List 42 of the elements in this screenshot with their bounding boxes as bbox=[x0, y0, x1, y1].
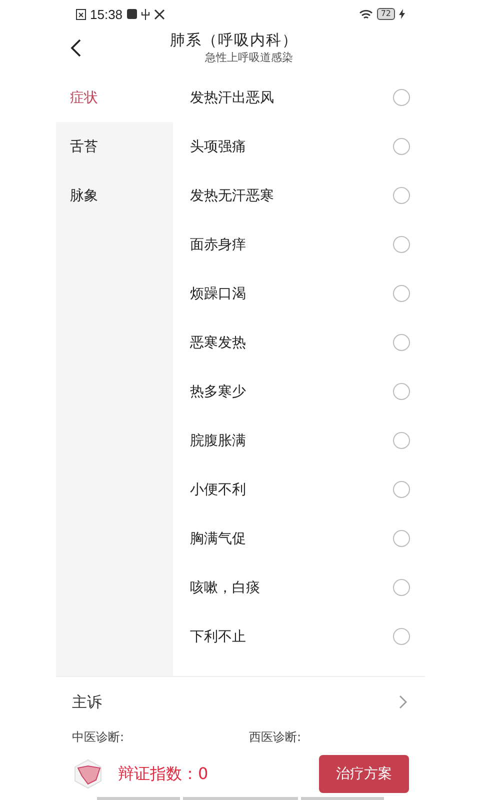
western-diagnosis-label: 西医诊断: bbox=[249, 728, 302, 746]
wifi-icon bbox=[358, 8, 373, 20]
back-icon[interactable] bbox=[70, 38, 82, 58]
radio-button[interactable] bbox=[393, 628, 410, 645]
score-text: 辩证指数：0 bbox=[118, 764, 210, 784]
symptom-label: 小便不利 bbox=[190, 480, 246, 498]
radio-button[interactable] bbox=[393, 89, 410, 106]
page-subtitle: 急性上呼吸道感染 bbox=[205, 50, 293, 65]
category-tab[interactable]: 症状 bbox=[56, 73, 173, 122]
radio-button[interactable] bbox=[393, 236, 410, 253]
treatment-button[interactable]: 治疗方案 bbox=[319, 755, 409, 793]
chevron-right-icon[interactable] bbox=[399, 695, 407, 709]
radio-button[interactable] bbox=[393, 481, 410, 498]
symptom-label: 咳嗽，白痰 bbox=[190, 578, 260, 596]
symptom-label: 热多寒少 bbox=[190, 382, 246, 400]
symptom-label: 发热汗出恶风 bbox=[190, 88, 274, 106]
symptom-label: 恶寒发热 bbox=[190, 334, 246, 352]
battery-icon: 72 bbox=[376, 8, 395, 20]
tcm-diagnosis-label: 中医诊断: bbox=[72, 728, 126, 746]
radio-button[interactable] bbox=[393, 383, 410, 400]
radio-button[interactable] bbox=[393, 530, 410, 547]
radio-button[interactable] bbox=[393, 579, 410, 596]
radio-button[interactable] bbox=[393, 187, 410, 204]
symptom-label: 脘腹胀满 bbox=[190, 432, 246, 450]
charging-icon bbox=[399, 9, 405, 19]
radio-button[interactable] bbox=[393, 285, 410, 302]
status-time: 15:38 bbox=[90, 6, 123, 22]
symptom-label: 下利不止 bbox=[190, 628, 246, 646]
radar-chart-icon bbox=[72, 758, 104, 790]
symptom-label: 面赤身痒 bbox=[190, 236, 246, 254]
page-title: 肺系（呼吸内科） bbox=[170, 31, 298, 50]
usb-icon bbox=[140, 8, 150, 20]
complaint-label: 主诉 bbox=[72, 692, 102, 712]
symptom-label: 胸满气促 bbox=[190, 530, 246, 548]
symptom-label: 烦躁口渴 bbox=[190, 284, 246, 302]
symptom-label: 头项强痛 bbox=[190, 138, 246, 156]
sim-icon bbox=[76, 8, 86, 20]
app-icon bbox=[126, 9, 137, 19]
radio-button[interactable] bbox=[393, 432, 410, 449]
radio-button[interactable] bbox=[393, 334, 410, 351]
radio-button[interactable] bbox=[393, 138, 410, 155]
symptom-label: 发热无汗恶寒 bbox=[190, 186, 274, 204]
